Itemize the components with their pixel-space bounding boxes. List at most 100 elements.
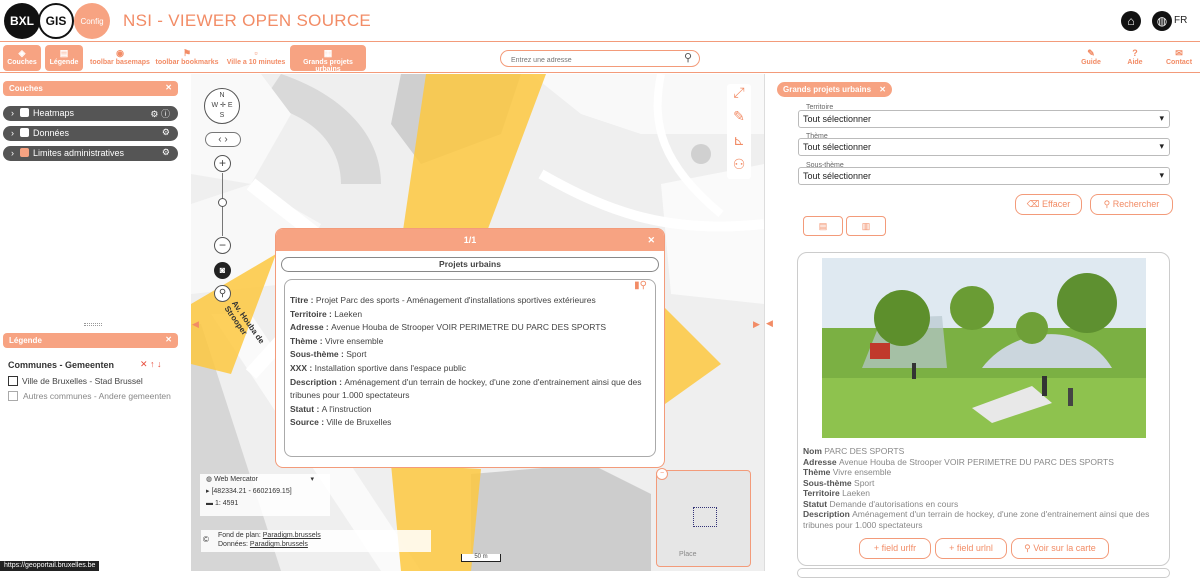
legend-swatch (8, 391, 18, 401)
toolbar-contact-button[interactable]: ✉ Contact (1162, 45, 1196, 71)
clear-button[interactable]: ⌫ Effacer (1015, 194, 1082, 215)
urban-projects-header: Grands projets urbains ✕ (777, 82, 892, 97)
layer-row-heatmaps[interactable]: › Heatmaps ⚙ ⓘ (3, 106, 178, 121)
attribution-box: © Fond de plan: Paradigm.brussels Donnée… (201, 530, 431, 552)
overview-collapse-icon[interactable]: − (656, 468, 668, 480)
language-selector[interactable]: FR (1174, 15, 1187, 26)
legend-panel-title: Légende (9, 336, 42, 345)
toolbar-bookmarks-button[interactable]: ⚑ toolbar bookmarks (155, 45, 219, 71)
scale-label: 1: 4591 (214, 500, 239, 507)
collapse-left-arrow[interactable]: ◀ (192, 319, 199, 330)
zoom-out-button[interactable]: − (214, 237, 231, 254)
map-scale: ▬ 1: 4591 (206, 500, 239, 507)
layer-label: Limites administratives (33, 148, 125, 158)
toolbar-basemaps-button[interactable]: ◉ toolbar basemaps (90, 45, 150, 71)
app-header: BXL GIS Config NSI - VIEWER OPEN SOURCE … (0, 0, 1200, 42)
pan-arrows[interactable]: ‹ › (205, 132, 241, 147)
clear-label: Effacer (1041, 199, 1071, 209)
projection-select[interactable]: ◍ Web Mercator ▾ (206, 474, 330, 486)
address-search-input[interactable] (500, 50, 700, 67)
compass-rose[interactable]: NW ✛ ES (204, 88, 240, 124)
field-value: Installation sportive dans l'espace publ… (314, 362, 466, 373)
close-icon[interactable]: ✕ (879, 85, 886, 94)
toolbar-layers-button[interactable]: ◈ Couches (3, 45, 41, 71)
toolbar-legend-button[interactable]: ▤ Légende (45, 45, 83, 71)
plus-icon: + (873, 543, 880, 553)
filter-soustheme-select[interactable]: Tout sélectionner ▾ (798, 167, 1170, 185)
popup-layer-button[interactable]: Projets urbains (281, 257, 659, 272)
close-icon[interactable]: ✕ (165, 83, 172, 92)
layer-checkbox[interactable] (20, 148, 29, 157)
settings-info-icons[interactable]: ⚙ ⓘ (150, 107, 170, 120)
globe-icon[interactable]: ◍ (1152, 11, 1172, 31)
bxl-logo: BXL (4, 3, 40, 39)
collapse-right-arrow[interactable]: ▶ (753, 319, 760, 330)
toolbar-urban-projects-button[interactable]: ▦ Grands projets urbains (290, 45, 366, 73)
toolbar-label: Ville a 10 minutes (226, 59, 286, 66)
gear-icon[interactable]: ⚙ (162, 147, 170, 158)
close-icon[interactable]: ✕ (647, 229, 655, 251)
result-field-row: Sous-thème Sport (803, 478, 1168, 489)
export-pdf-button[interactable]: ▤ (803, 216, 843, 236)
field-value: PARC DES SPORTS (824, 446, 905, 456)
layer-checkbox[interactable] (20, 128, 29, 137)
person-icon[interactable]: ⚇ (727, 156, 751, 180)
legend-panel-header: Légende ✕ (3, 333, 178, 348)
legend-actions-icons[interactable]: ✕ ↑ ↓ (140, 359, 162, 370)
streetview-icon[interactable]: ◙ (214, 262, 231, 279)
map-pin-icon: ⚲ (1024, 543, 1031, 553)
close-icon[interactable]: ✕ (165, 335, 172, 344)
filter-theme-select[interactable]: Tout sélectionner ▾ (798, 138, 1170, 156)
clipboard-zoom-icons[interactable]: ▮⚲ (634, 280, 647, 291)
result-field-row: Adresse Avenue Houba de Strooper VOIR PE… (803, 457, 1168, 468)
filter-value: Tout sélectionner (803, 142, 872, 152)
overview-extent[interactable] (693, 507, 717, 527)
fullscreen-icon[interactable]: ⤢ (727, 84, 751, 108)
field-urlfr-button[interactable]: + field urlfr (859, 538, 931, 559)
gear-icon[interactable]: ⚙ (162, 127, 170, 138)
layer-checkbox[interactable] (20, 108, 29, 117)
field-key: Adresse (290, 322, 324, 333)
coords-box: ◍ Web Mercator ▾ ▸ [482334.21 - 6602169.1… (200, 474, 330, 516)
home-icon[interactable]: ⌂ (1121, 11, 1141, 31)
ruler-icon[interactable]: ⊾ (727, 132, 751, 156)
filter-territoire-select[interactable]: Tout sélectionner ▾ (798, 110, 1170, 128)
toolbar-city10-button[interactable]: ▫ Ville a 10 minutes (226, 45, 286, 71)
field-value: Projet Parc des sports - Aménagement d'i… (315, 295, 596, 305)
right-panel-expand-arrow[interactable]: ◀ (766, 318, 773, 329)
measure-icon[interactable]: ✎ (727, 108, 751, 132)
chevron-down-icon: ▾ (1159, 113, 1164, 123)
legend-label: Ville de Bruxelles - Stad Brussel (22, 376, 143, 386)
field-key: Territoire (290, 308, 327, 319)
data-link[interactable]: Paradigm.brussels (250, 541, 308, 548)
location-icon[interactable]: ⚲ (214, 285, 231, 302)
zoom-slider-handle[interactable] (218, 198, 227, 207)
export-xls-button[interactable]: ▥ (846, 216, 886, 236)
layer-row-limites[interactable]: › Limites administratives ⚙ (3, 146, 178, 161)
basemap-link[interactable]: Paradigm.brussels (263, 532, 321, 539)
overview-map[interactable]: Place (656, 470, 751, 567)
bookmarks-icon: ⚑ (182, 48, 192, 58)
show-on-map-button[interactable]: ⚲ Voir sur la carte (1011, 538, 1109, 559)
toolbar-help-button[interactable]: ? Aide (1120, 45, 1150, 71)
result-field-row: Nom PARC DES SPORTS (803, 446, 1168, 457)
config-logo[interactable]: Config (74, 3, 110, 39)
search-button[interactable]: ⚲ Rechercher (1090, 194, 1173, 215)
legend-swatch (8, 376, 18, 386)
layer-row-donnees[interactable]: › Données ⚙ (3, 126, 178, 141)
panel-resize-handle[interactable] (84, 323, 102, 326)
field-separator: : (307, 362, 315, 373)
layers-panel-header: Couches ✕ (3, 81, 178, 96)
search-icon: ⚲ (1103, 199, 1111, 209)
field-value: Sport (854, 477, 875, 488)
field-urlnl-button[interactable]: + field urlnl (935, 538, 1007, 559)
legend-item: Autres communes - Andere gemeenten (8, 391, 178, 401)
field-key: Thème (290, 335, 318, 346)
toolbar-guide-button[interactable]: ✎ Guide (1076, 45, 1106, 71)
search-icon[interactable]: ⚲ (684, 51, 692, 64)
field-value: Sport (346, 349, 367, 360)
zoom-in-button[interactable]: + (214, 155, 231, 172)
toolbar-label: Guide (1081, 59, 1101, 66)
copyright-icon: © (203, 535, 209, 544)
layers-panel-title: Couches (9, 84, 43, 93)
